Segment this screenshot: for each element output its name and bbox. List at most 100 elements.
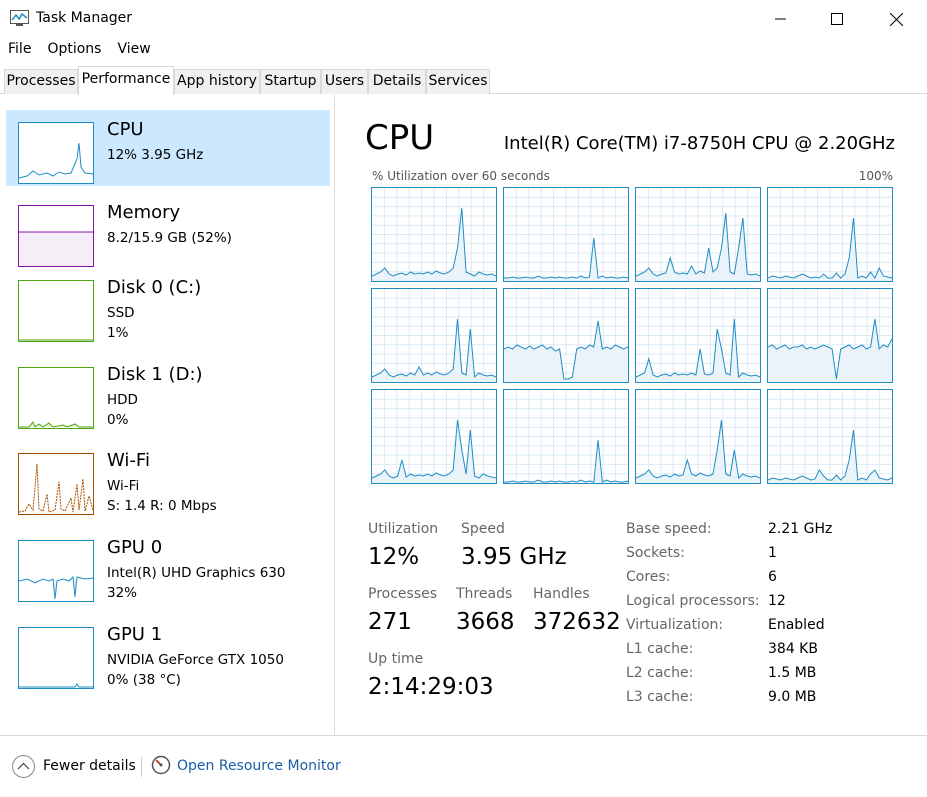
wifi-thumb-line (18, 463, 94, 513)
logical-processor-trace (372, 289, 496, 382)
logical-processor-trace (636, 390, 760, 483)
sidebar-memory-title: Memory (107, 202, 181, 223)
menu-view[interactable]: View (109, 38, 158, 62)
gpu1-thumbnail-graph (18, 627, 94, 689)
logical-processor-graph (503, 389, 629, 484)
threads-label: Threads (456, 586, 513, 602)
logical-processor-graph (371, 389, 497, 484)
logical-processor-trace (636, 188, 760, 281)
speed-value: 3.95 GHz (461, 544, 567, 570)
sidebar-gpu1-title: GPU 1 (107, 624, 163, 645)
logical-processor-graph (635, 389, 761, 484)
sidebar-disk0-title: Disk 0 (C:) (107, 277, 202, 298)
sidebar-disk0-type: SSD (107, 305, 135, 321)
tab-processes[interactable]: Processes (4, 69, 78, 94)
threads-value: 3668 (456, 609, 515, 635)
disk0-thumbnail-graph (18, 280, 94, 342)
cpu-thumb-line (18, 142, 94, 179)
close-button[interactable] (867, 0, 925, 38)
sidebar-disk0-usage: 1% (107, 325, 129, 341)
resource-sidebar: CPU 12% 3.95 GHz Memory 8.2/15.9 GB (52%… (0, 95, 335, 735)
logical-processor-graph (767, 187, 893, 282)
menu-file[interactable]: File (0, 38, 39, 62)
sidebar-item-disk1[interactable]: Disk 1 (D:) HDD 0% (6, 355, 330, 431)
tab-details[interactable]: Details (368, 69, 426, 94)
spec-label-l3-cache: L3 cache: (626, 689, 694, 705)
memory-thumb-fill (19, 231, 93, 266)
tab-users[interactable]: Users (321, 69, 368, 94)
spec-value-l1-cache: 384 KB (768, 641, 818, 657)
logical-processor-graph (371, 187, 497, 282)
logical-processor-trace (504, 188, 628, 281)
logical-processor-graph (503, 288, 629, 383)
sidebar-item-gpu0[interactable]: GPU 0 Intel(R) UHD Graphics 630 32% (6, 528, 330, 604)
uptime-label: Up time (368, 651, 424, 667)
menu-options[interactable]: Options (39, 38, 109, 62)
spec-value-logical-processors: 12 (768, 593, 786, 609)
wifi-thumbnail-graph (18, 453, 94, 515)
sidebar-gpu1-name: NVIDIA GeForce GTX 1050 (107, 652, 284, 668)
sidebar-cpu-title: CPU (107, 119, 144, 140)
title-bar: Task Manager (0, 0, 927, 38)
handles-value: 372632 (533, 609, 621, 635)
logical-processor-trace (768, 289, 892, 382)
disk0-thumb-line (19, 339, 93, 341)
logical-processor-trace (504, 289, 628, 382)
uptime-value: 2:14:29:03 (368, 674, 494, 700)
logical-processor-graph (371, 288, 497, 383)
sidebar-cpu-sub: 12% 3.95 GHz (107, 147, 204, 163)
logical-processor-trace (504, 390, 628, 483)
cpu-thumbnail-graph (18, 122, 94, 184)
sidebar-item-cpu[interactable]: CPU 12% 3.95 GHz (6, 110, 330, 186)
spec-label-base-speed: Base speed: (626, 521, 712, 537)
gpu0-thumbnail-graph (18, 540, 94, 602)
spec-label-sockets: Sockets: (626, 545, 685, 561)
gpu0-thumb-line (18, 575, 94, 600)
spec-label-cores: Cores: (626, 569, 671, 585)
spec-label-logical-processors: Logical processors: (626, 593, 760, 609)
sidebar-gpu0-usage: 32% (107, 585, 138, 601)
fewer-details-button[interactable]: Fewer details (43, 758, 136, 774)
logical-processor-graphs (371, 187, 893, 487)
graph-caption: % Utilization over 60 seconds (372, 169, 550, 183)
chevron-up-glyph (17, 762, 30, 770)
maximize-button[interactable] (808, 0, 866, 38)
window-title: Task Manager (36, 10, 133, 26)
sidebar-gpu0-name: Intel(R) UHD Graphics 630 (107, 565, 286, 581)
menu-bar: File Options View (0, 38, 159, 62)
processes-value: 271 (368, 609, 412, 635)
resource-monitor-icon (151, 755, 171, 775)
sidebar-item-gpu1[interactable]: GPU 1 NVIDIA GeForce GTX 1050 0% (38 °C) (6, 615, 330, 691)
sidebar-wifi-title: Wi-Fi (107, 450, 150, 471)
handles-label: Handles (533, 586, 590, 602)
task-manager-icon (10, 10, 29, 26)
minimize-button[interactable] (752, 0, 810, 38)
sidebar-gpu0-title: GPU 0 (107, 537, 163, 558)
utilization-label: Utilization (368, 521, 439, 537)
memory-thumbnail-graph (18, 205, 94, 267)
close-icon (889, 12, 903, 26)
spec-label-l1-cache: L1 cache: (626, 641, 694, 657)
logical-processor-trace (636, 289, 760, 382)
sidebar-wifi-name: Wi-Fi (107, 478, 140, 494)
spec-value-l2-cache: 1.5 MB (768, 665, 817, 681)
sidebar-item-wifi[interactable]: Wi-Fi Wi-Fi S: 1.4 R: 0 Mbps (6, 441, 330, 517)
open-resource-monitor-link[interactable]: Open Resource Monitor (177, 758, 341, 774)
tab-startup[interactable]: Startup (260, 69, 321, 94)
logical-processor-trace (768, 390, 892, 483)
sidebar-item-memory[interactable]: Memory 8.2/15.9 GB (52%) (6, 193, 330, 269)
spec-value-base-speed: 2.21 GHz (768, 521, 833, 537)
processes-label: Processes (368, 586, 438, 602)
sidebar-disk1-type: HDD (107, 392, 138, 408)
tab-services[interactable]: Services (426, 69, 490, 94)
chevron-up-icon[interactable] (12, 755, 35, 778)
tab-performance[interactable]: Performance (78, 66, 174, 95)
utilization-value: 12% (368, 544, 420, 570)
logical-processor-graph (767, 389, 893, 484)
maximize-icon (831, 13, 843, 25)
tab-app-history[interactable]: App history (174, 69, 260, 94)
disk1-thumb-line (19, 421, 93, 428)
disk1-thumbnail-graph (18, 367, 94, 429)
logical-processor-trace (372, 390, 496, 483)
sidebar-item-disk0[interactable]: Disk 0 (C:) SSD 1% (6, 268, 330, 344)
